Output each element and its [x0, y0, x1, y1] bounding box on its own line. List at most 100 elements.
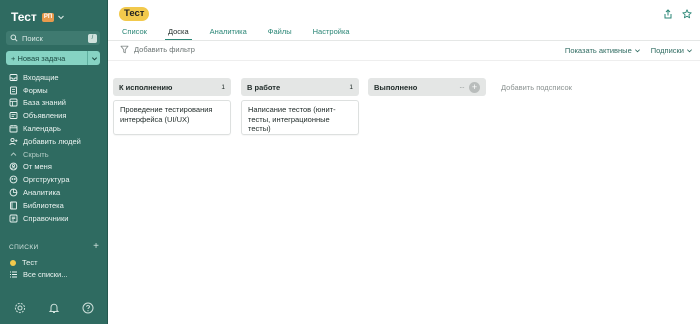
sidebar-item-label: Добавить людей	[23, 136, 81, 146]
filter-icon	[120, 45, 129, 54]
sidebar-item-org-structure[interactable]: Оргструктура	[0, 173, 108, 186]
sidebar-search[interactable]: Поиск /	[6, 31, 100, 45]
column-header[interactable]: К исполнению 1	[113, 78, 231, 96]
workspace-badge: РП	[41, 12, 55, 22]
org-structure-icon	[9, 175, 18, 184]
sidebar-item-knowledge-base[interactable]: База знаний	[0, 97, 108, 110]
column-title: В работе	[247, 82, 281, 92]
sidebar-item-label: От меня	[23, 162, 52, 172]
sidebar-item-directories[interactable]: Справочники	[0, 212, 108, 225]
search-label: Поиск	[22, 33, 43, 43]
from-me-icon	[9, 163, 18, 171]
sidebar-item-label: Календарь	[23, 124, 61, 134]
announcements-icon	[9, 112, 18, 120]
sidebar-item-add-people[interactable]: Добавить людей	[0, 135, 108, 148]
add-people-icon	[9, 137, 18, 146]
search-icon	[10, 34, 18, 42]
sidebar: Тест РП Поиск / + Новая задача Входящие …	[0, 0, 108, 324]
lists-header: СПИСКИ +	[9, 242, 99, 252]
column-count: 1	[221, 83, 225, 91]
sidebar-item-library[interactable]: Библиотека	[0, 199, 108, 212]
chevron-up-icon	[10, 152, 17, 156]
toolbar-divider	[108, 60, 700, 61]
sidebar-item-announcements[interactable]: Объявления	[0, 109, 108, 122]
tab-board[interactable]: Доска	[164, 27, 192, 41]
add-list-button[interactable]: +	[93, 242, 99, 252]
page-title[interactable]: Тест	[119, 7, 150, 21]
sidebar-item-label: Скрыть	[23, 149, 49, 159]
sidebar-bottom-icons	[14, 302, 94, 314]
share-icon[interactable]	[663, 9, 673, 19]
tab-files[interactable]: Файлы	[265, 27, 295, 41]
list-label: Тест	[22, 258, 38, 267]
help-icon[interactable]	[82, 302, 94, 314]
header-actions	[663, 9, 692, 19]
sidebar-item-label: Входящие	[23, 72, 59, 82]
new-task-button[interactable]: + Новая задача	[6, 51, 100, 65]
tab-analytics[interactable]: Аналитика	[207, 27, 250, 41]
analytics-icon	[9, 188, 18, 197]
chevron-down-icon	[634, 49, 640, 53]
settings-icon[interactable]	[14, 302, 26, 314]
add-task-button[interactable]: +	[469, 81, 480, 93]
board-options: Показать активные Подписки	[565, 46, 693, 55]
add-filter-button[interactable]: Добавить фильтр	[120, 45, 195, 54]
bell-icon[interactable]	[48, 302, 60, 314]
show-active-label: Показать активные	[564, 46, 632, 55]
chevron-down-icon	[91, 56, 97, 61]
library-icon	[10, 201, 17, 210]
list-color-dot	[10, 259, 16, 266]
sidebar-item-label: База знаний	[23, 98, 66, 108]
chevron-down-icon	[58, 15, 65, 20]
sidebar-item-from-me[interactable]: От меня	[0, 161, 108, 174]
board-column-done: Выполнено ··· +	[368, 78, 486, 96]
task-card[interactable]: Проведение тестирования интерфейса (UI/U…	[113, 100, 231, 135]
sidebar-item-forms[interactable]: Формы	[0, 84, 108, 97]
sidebar-item-label: Справочники	[23, 213, 69, 223]
column-header[interactable]: В работе 1	[241, 78, 359, 96]
tab-settings[interactable]: Настройка	[310, 27, 353, 41]
sidebar-item-label: Объявления	[23, 111, 67, 121]
more-icon[interactable]: ···	[459, 83, 465, 92]
workspace-switcher[interactable]: Тест РП	[11, 10, 65, 24]
column-count: 1	[349, 83, 353, 91]
inbox-icon	[9, 73, 18, 81]
column-header[interactable]: Выполнено ··· +	[368, 78, 486, 96]
list-icon	[10, 271, 17, 278]
task-title: Написание тестов (юнит-тесты, интеграцио…	[248, 105, 336, 133]
sidebar-list-test[interactable]: Тест	[9, 258, 38, 267]
sidebar-all-lists[interactable]: Все списки...	[9, 270, 67, 279]
column-title: К исполнению	[119, 82, 173, 92]
star-icon[interactable]	[682, 9, 692, 19]
calendar-icon	[9, 125, 18, 133]
subscriptions-dropdown[interactable]: Подписки	[651, 46, 693, 55]
task-title: Проведение тестирования интерфейса (UI/U…	[120, 105, 213, 124]
chevron-down-icon	[687, 49, 692, 53]
board-column-in-progress: В работе 1 Написание тестов (юнит-тесты,…	[241, 78, 359, 135]
new-task-label: + Новая задача	[11, 53, 66, 63]
sidebar-nav: Входящие Формы База знаний Объявления Ка…	[0, 71, 108, 225]
knowledge-base-icon	[9, 99, 18, 107]
sidebar-item-analytics[interactable]: Аналитика	[0, 186, 108, 199]
task-card[interactable]: Написание тестов (юнит-тесты, интеграцио…	[241, 100, 359, 135]
sidebar-item-label: Формы	[23, 85, 48, 95]
lists-heading: СПИСКИ	[9, 243, 39, 251]
tabs-divider	[108, 40, 700, 41]
sidebar-item-calendar[interactable]: Календарь	[0, 122, 108, 135]
sidebar-item-label: Аналитика	[23, 188, 61, 198]
search-shortcut: /	[88, 33, 97, 43]
add-sublist-button[interactable]: Добавить подсписок	[501, 83, 572, 92]
forms-icon	[10, 86, 17, 95]
view-tabs: Список Доска Аналитика Файлы Настройка	[119, 27, 368, 41]
show-active-dropdown[interactable]: Показать активные	[565, 46, 641, 55]
subscriptions-label: Подписки	[650, 46, 684, 55]
tab-list[interactable]: Список	[119, 27, 150, 41]
sidebar-item-inbox[interactable]: Входящие	[0, 71, 108, 84]
sidebar-item-label: Библиотека	[23, 200, 64, 210]
sidebar-item-hide[interactable]: Скрыть	[0, 148, 108, 161]
workspace-name: Тест	[11, 10, 37, 24]
directories-icon	[9, 214, 18, 223]
add-filter-label: Добавить фильтр	[134, 45, 195, 54]
board-column-todo: К исполнению 1 Проведение тестирования и…	[113, 78, 231, 135]
new-task-menu-button[interactable]	[88, 55, 100, 62]
